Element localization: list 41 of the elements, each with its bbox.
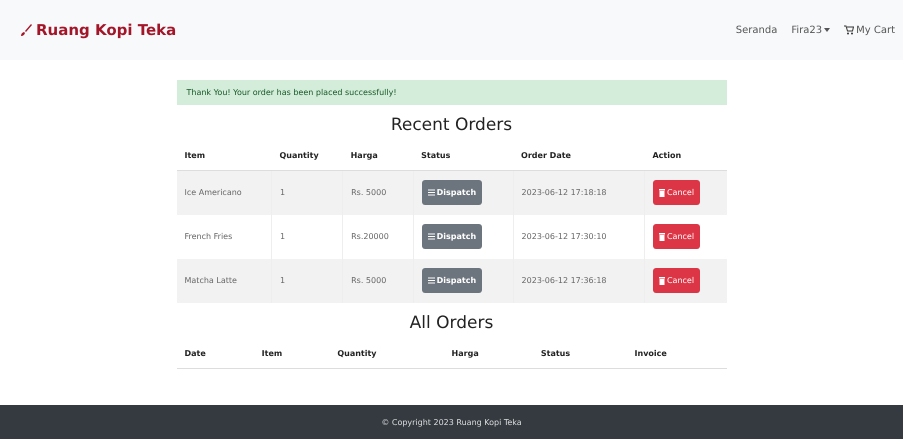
dispatch-button[interactable]: Dispatch bbox=[422, 180, 482, 206]
nav-link[interactable]: Seranda bbox=[736, 24, 778, 36]
cart-icon bbox=[844, 25, 854, 35]
column-header: Harga bbox=[444, 338, 533, 368]
table-cell: 1 bbox=[271, 214, 343, 258]
table-cell: Rs.20000 bbox=[342, 214, 414, 258]
brush-icon bbox=[20, 23, 32, 37]
list-icon bbox=[428, 233, 435, 240]
section-title: Recent Orders bbox=[390, 115, 514, 135]
table-cell: 2023-06-12 17:30:10 bbox=[513, 214, 644, 258]
column-header: Status bbox=[532, 338, 627, 368]
list-icon bbox=[428, 189, 435, 196]
dispatch-button[interactable]: Dispatch bbox=[422, 268, 482, 293]
table-cell: 2023-06-12 17:18:18 bbox=[513, 170, 644, 214]
table-cell: 1 bbox=[271, 258, 343, 302]
table-cell: Matcha Latte bbox=[176, 258, 272, 302]
copyright-text: © Copyright 2023 Ruang Kopi Teka bbox=[381, 418, 522, 426]
cancel-button[interactable]: Cancel bbox=[652, 180, 700, 206]
dispatch-button[interactable]: Dispatch bbox=[422, 224, 482, 249]
list-icon bbox=[428, 277, 435, 284]
column-header: Invoice bbox=[626, 338, 726, 368]
column-header: Date bbox=[176, 338, 254, 368]
cancel-button[interactable]: Cancel bbox=[652, 224, 700, 249]
column-header: Item bbox=[254, 338, 330, 368]
success-alert: Thank You! Your order has been placed successfully! bbox=[176, 80, 726, 105]
trash-icon bbox=[658, 232, 665, 240]
table-cell: 1 bbox=[271, 170, 343, 214]
cart-link[interactable]: My Cart bbox=[844, 24, 895, 36]
brand-logo[interactable]: Ruang Kopi Teka bbox=[20, 21, 176, 39]
user-dropdown[interactable]: Fira23 bbox=[791, 24, 830, 36]
cancel-button[interactable]: Cancel bbox=[652, 268, 700, 293]
table-cell: 2023-06-12 17:36:18 bbox=[513, 258, 644, 302]
table-cell: Rs. 5000 bbox=[342, 258, 414, 302]
table-cell: French Fries bbox=[176, 214, 272, 258]
trash-icon bbox=[658, 188, 665, 197]
section-title: All Orders bbox=[408, 312, 494, 332]
caret-icon bbox=[824, 28, 830, 32]
trash-icon bbox=[658, 276, 665, 284]
table-cell: Ice Americano bbox=[176, 170, 272, 214]
column-header: Quantity bbox=[329, 338, 444, 368]
table-cell: Rs. 5000 bbox=[342, 170, 414, 214]
